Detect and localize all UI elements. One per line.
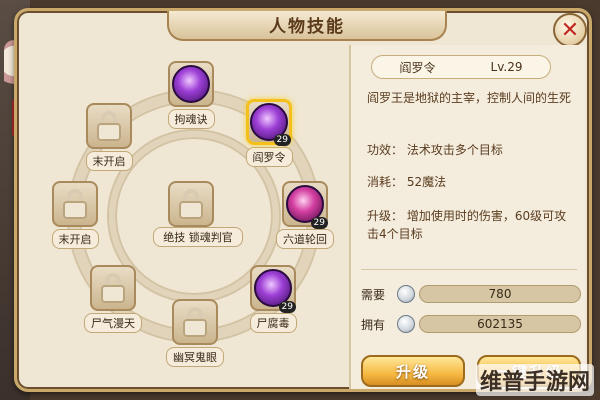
cost-value: 52魔法 (406, 175, 447, 189)
skill-label: 幽冥鬼眼 (166, 347, 224, 367)
effect-label: 功效： (367, 143, 404, 157)
skill-description: 阎罗王是地狱的主宰，控制人间的生死 (367, 91, 572, 105)
title-bar: 人物技能 (167, 11, 447, 41)
close-icon: ✕ (560, 17, 580, 43)
level-badge: 29 (273, 134, 291, 146)
skill-node-locked[interactable]: 幽冥鬼眼 (155, 299, 235, 367)
skill-icon-box (86, 103, 132, 149)
lock-icon (99, 273, 127, 303)
skill-icon-box (172, 299, 218, 345)
skill-info-panel: 阎罗令 Lv.29 阎罗王是地狱的主宰，控制人间的生死 功效： 法术攻击多个目标… (349, 45, 585, 389)
silver-coin-icon (397, 315, 415, 333)
have-value: 602135 (419, 315, 581, 333)
skill-level: Lv.29 (490, 60, 523, 74)
lock-icon (61, 189, 89, 219)
skill-label: 尸气漫天 (84, 313, 142, 333)
skill-label: 拘魂诀 (167, 109, 215, 129)
need-label: 需要 (361, 287, 386, 302)
upgrade-button[interactable]: 升级 (361, 355, 465, 387)
need-row: 需要 780 (361, 283, 581, 305)
ultimate-node[interactable] (151, 181, 231, 227)
close-button[interactable]: ✕ (553, 13, 587, 47)
skill-label: 阎罗令 (245, 147, 293, 167)
have-row: 拥有 602135 (361, 313, 581, 335)
skill-node[interactable]: 拘魂诀 (151, 61, 231, 129)
skull-skill-icon (172, 65, 210, 103)
panel-title: 人物技能 (269, 16, 345, 37)
skill-name: 阎罗令 (399, 60, 436, 75)
level-badge: 29 (310, 217, 328, 229)
skill-panel: 人物技能 ✕ 拘魂诀 29 阎罗令 29 六道轮回 29 尸腐毒 幽冥鬼眼 尸气… (14, 8, 592, 392)
skill-label: 尸腐毒 (249, 313, 297, 333)
skill-icon-box (90, 265, 136, 311)
have-label: 拥有 (361, 317, 386, 332)
skill-node-locked[interactable]: 末开启 (69, 103, 149, 171)
skill-node-selected[interactable]: 29 阎罗令 (229, 99, 309, 167)
skill-node[interactable]: 29 六道轮回 (265, 181, 345, 249)
ultimate-label: 绝技 锁魂判官 (153, 227, 243, 247)
cost-label: 消耗： (367, 175, 404, 189)
skill-upgrade: 升级： 增加使用时的伤害，60级可攻击4个目标 (367, 207, 577, 243)
watermark: 维普手游网 (475, 364, 594, 396)
divider (361, 269, 577, 270)
lock-icon (181, 307, 209, 337)
skill-icon-box: 29 (282, 181, 328, 229)
skill-cost: 消耗： 52魔法 (367, 173, 577, 191)
level-badge: 29 (278, 301, 296, 313)
skill-icon-box: 29 (246, 99, 292, 146)
upgrade-label: 升级： (367, 209, 404, 223)
skill-icon-box (52, 181, 98, 227)
skill-info-header: 阎罗令 Lv.29 (371, 55, 551, 79)
need-value: 780 (419, 285, 581, 303)
lock-icon (95, 111, 123, 141)
skill-icon-box: 29 (250, 265, 296, 313)
skill-node-locked[interactable]: 末开启 (35, 181, 115, 249)
lock-icon (177, 189, 205, 219)
skill-label: 六道轮回 (276, 229, 334, 249)
effect-value: 法术攻击多个目标 (406, 143, 503, 157)
skill-icon-box (168, 181, 214, 227)
skill-wheel: 拘魂诀 29 阎罗令 29 六道轮回 29 尸腐毒 幽冥鬼眼 尸气漫天 末开启 … (25, 47, 343, 387)
skill-node[interactable]: 29 尸腐毒 (233, 265, 313, 333)
skill-icon-box (168, 61, 214, 107)
skill-effect: 功效： 法术攻击多个目标 (367, 141, 577, 159)
skill-label: 末开启 (51, 229, 99, 249)
silver-coin-icon (397, 285, 415, 303)
skill-node-locked[interactable]: 尸气漫天 (73, 265, 153, 333)
skill-label: 末开启 (85, 151, 133, 171)
